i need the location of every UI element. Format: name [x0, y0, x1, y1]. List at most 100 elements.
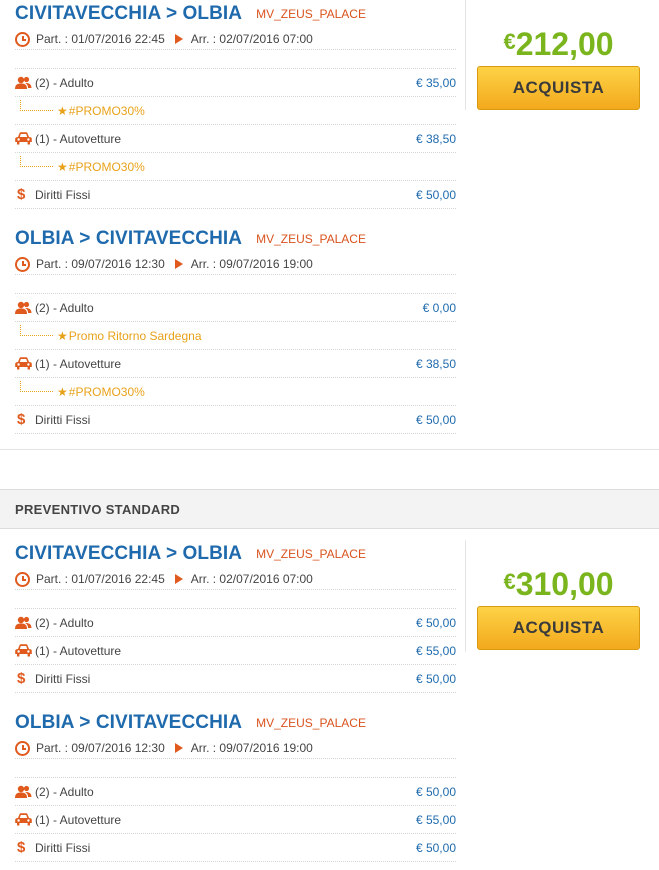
fare-price: € 50,00	[415, 187, 456, 202]
fare-label: (1) - Autovetture	[35, 643, 122, 658]
fare-row: (2) - Adulto € 35,00	[15, 69, 456, 97]
fare-row: (2) - Adulto € 50,00	[15, 778, 456, 806]
fare-label: Diritti Fissi	[35, 412, 91, 427]
arrival-time: Arr. : 02/07/2016 07:00	[190, 32, 313, 46]
route-title: OLBIA > CIVITAVECCHIA	[15, 228, 243, 249]
quote-divider	[465, 0, 466, 110]
fare-label: (2) - Adulto	[35, 300, 94, 315]
promo-row: ★ Promo Ritorno Sardegna	[15, 322, 456, 350]
fare-row: $ Diritti Fissi € 50,00	[15, 665, 456, 693]
star-icon: ★	[57, 328, 68, 343]
fare-row: (1) - Autovetture € 38,50	[15, 350, 456, 378]
clock-icon	[15, 31, 30, 47]
departure-time: Part. : 09/07/2016 12:30	[36, 257, 165, 271]
car-icon	[15, 813, 35, 826]
star-icon: ★	[57, 159, 68, 174]
total-amount: 212,00	[515, 26, 614, 62]
fare-label: (1) - Autovetture	[35, 356, 122, 371]
quote-legs: CIVITAVECCHIA > OLBIA MV_ZEUS_PALACE Par…	[15, 543, 456, 862]
fare-price: € 50,00	[415, 784, 456, 799]
clock-icon	[15, 740, 30, 756]
fare-label: (1) - Autovetture	[35, 131, 122, 146]
ship-name: MV_ZEUS_PALACE	[256, 232, 366, 246]
section-title: PREVENTIVO STANDARD	[15, 501, 181, 517]
star-icon: ★	[57, 103, 68, 118]
fare-row: (2) - Adulto € 0,00	[15, 294, 456, 322]
section-header-standard: PREVENTIVO STANDARD	[0, 489, 659, 529]
arrow-right-icon	[174, 743, 183, 753]
fare-label: Diritti Fissi	[35, 671, 91, 686]
fare-price: € 50,00	[415, 615, 456, 630]
promo-row: ★ #PROMO30%	[15, 97, 456, 125]
total-amount: 310,00	[515, 566, 614, 602]
fare-row: (1) - Autovetture € 55,00	[15, 806, 456, 834]
total-price: €212,00	[477, 26, 640, 62]
fare-row: $ Diritti Fissi € 50,00	[15, 181, 456, 209]
price-box: €212,00 ACQUISTA	[477, 26, 640, 110]
passengers-icon	[15, 785, 35, 799]
dollar-icon: $	[17, 411, 26, 428]
section-divider	[0, 449, 659, 450]
car-icon	[15, 132, 35, 145]
route-title: OLBIA > CIVITAVECCHIA	[15, 712, 243, 733]
currency-symbol: €	[503, 29, 516, 54]
arrival-time: Arr. : 09/07/2016 19:00	[190, 741, 313, 755]
dollar-icon: $	[17, 670, 26, 687]
buy-button[interactable]: ACQUISTA	[477, 606, 640, 650]
fare-price: € 38,50	[415, 356, 456, 371]
fare-row: $ Diritti Fissi € 50,00	[15, 406, 456, 434]
car-icon	[15, 644, 35, 657]
arrival-time: Arr. : 09/07/2016 19:00	[190, 257, 313, 271]
clock-icon	[15, 571, 30, 587]
promo-row: ★ #PROMO30%	[15, 153, 456, 181]
fare-label: (2) - Adulto	[35, 784, 94, 799]
departure-time: Part. : 01/07/2016 22:45	[36, 32, 165, 46]
route-title: CIVITAVECCHIA > OLBIA	[15, 543, 243, 564]
fare-price: € 55,00	[415, 812, 456, 827]
ship-name: MV_ZEUS_PALACE	[256, 7, 366, 21]
departure-time: Part. : 09/07/2016 12:30	[36, 741, 165, 755]
total-price: €310,00	[477, 566, 640, 602]
fare-label: (2) - Adulto	[35, 75, 94, 90]
fare-row: (2) - Adulto € 50,00	[15, 609, 456, 637]
ship-name: MV_ZEUS_PALACE	[256, 547, 366, 561]
star-icon: ★	[57, 384, 68, 399]
leg-outbound: CIVITAVECCHIA > OLBIA MV_ZEUS_PALACE Par…	[15, 3, 456, 209]
fare-label: Diritti Fissi	[35, 840, 91, 855]
promo-code: Promo Ritorno Sardegna	[68, 328, 202, 343]
fare-row: $ Diritti Fissi € 50,00	[15, 834, 456, 862]
fare-price: € 0,00	[422, 300, 456, 315]
leg-return: OLBIA > CIVITAVECCHIA MV_ZEUS_PALACE Par…	[15, 228, 456, 434]
dollar-icon: $	[17, 839, 26, 856]
quote-divider	[465, 540, 466, 652]
currency-symbol: €	[503, 569, 516, 594]
clock-icon	[15, 256, 30, 272]
arrow-right-icon	[174, 34, 183, 44]
leg-return: OLBIA > CIVITAVECCHIA MV_ZEUS_PALACE Par…	[15, 712, 456, 862]
buy-button[interactable]: ACQUISTA	[477, 66, 640, 110]
fare-price: € 35,00	[415, 75, 456, 90]
passengers-icon	[15, 301, 35, 315]
arrival-time: Arr. : 02/07/2016 07:00	[190, 572, 313, 586]
passengers-icon	[15, 76, 35, 90]
promo-code: #PROMO30%	[68, 159, 145, 174]
dollar-icon: $	[17, 186, 26, 203]
arrow-right-icon	[174, 259, 183, 269]
route-title: CIVITAVECCHIA > OLBIA	[15, 3, 243, 24]
car-icon	[15, 357, 35, 370]
arrow-right-icon	[174, 574, 183, 584]
departure-time: Part. : 01/07/2016 22:45	[36, 572, 165, 586]
ship-name: MV_ZEUS_PALACE	[256, 716, 366, 730]
fare-label: (1) - Autovetture	[35, 812, 122, 827]
promo-code: #PROMO30%	[68, 103, 145, 118]
fare-price: € 38,50	[415, 131, 456, 146]
quote-legs: CIVITAVECCHIA > OLBIA MV_ZEUS_PALACE Par…	[15, 3, 456, 434]
fare-row: (1) - Autovetture € 38,50	[15, 125, 456, 153]
fare-row: (1) - Autovetture € 55,00	[15, 637, 456, 665]
fare-label: Diritti Fissi	[35, 187, 91, 202]
promo-code: #PROMO30%	[68, 384, 145, 399]
passengers-icon	[15, 616, 35, 630]
price-box: €310,00 ACQUISTA	[477, 566, 640, 650]
fare-label: (2) - Adulto	[35, 615, 94, 630]
leg-outbound: CIVITAVECCHIA > OLBIA MV_ZEUS_PALACE Par…	[15, 543, 456, 693]
